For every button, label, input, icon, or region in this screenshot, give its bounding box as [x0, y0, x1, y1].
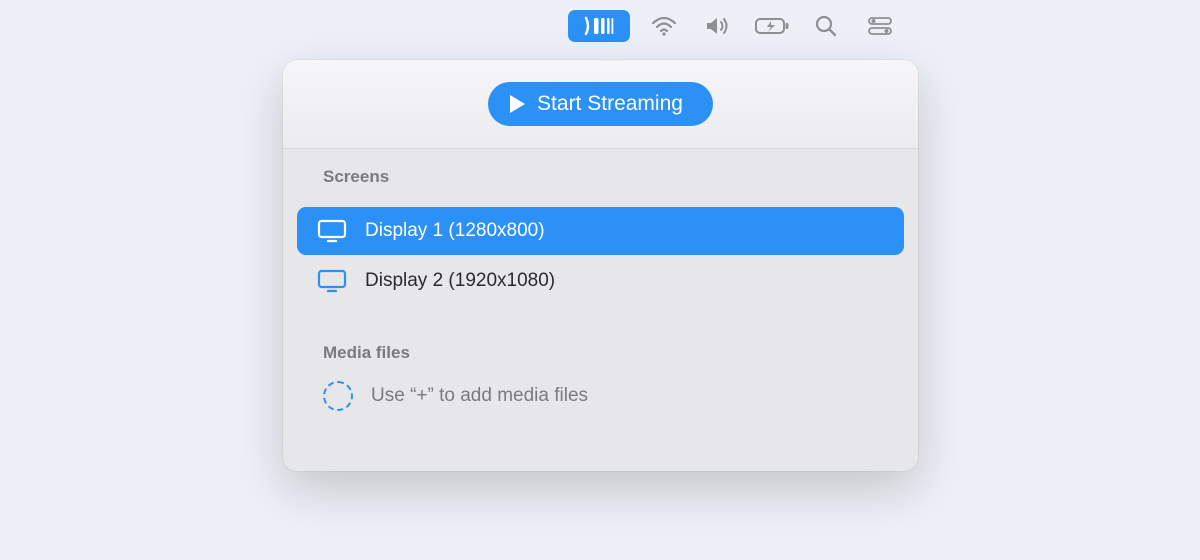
battery-icon	[755, 17, 789, 35]
menubar	[0, 6, 1200, 46]
volume-icon	[704, 16, 732, 36]
menubar-item-wifi[interactable]	[644, 10, 684, 42]
screens-section: Screens	[283, 149, 918, 207]
streaming-popover: Start Streaming Screens Display 1 (1280x…	[283, 60, 918, 471]
control-center-icon	[868, 17, 892, 35]
menubar-item-volume[interactable]	[698, 10, 738, 42]
menubar-item-battery[interactable]	[752, 10, 792, 42]
menubar-item-streaming[interactable]	[568, 10, 630, 42]
streaming-icon	[584, 15, 614, 37]
start-streaming-label: Start Streaming	[537, 92, 683, 116]
media-placeholder-row: Use “+” to add media files	[323, 375, 896, 411]
screen-row-label: Display 1 (1280x800)	[365, 220, 545, 242]
wifi-icon	[651, 16, 677, 36]
menubar-item-control-center[interactable]	[860, 10, 900, 42]
search-icon	[815, 15, 837, 37]
add-placeholder-icon	[323, 381, 353, 411]
monitor-icon	[317, 269, 347, 293]
popover-header: Start Streaming	[283, 60, 918, 149]
menubar-item-search[interactable]	[806, 10, 846, 42]
screen-row-display-1[interactable]: Display 1 (1280x800)	[297, 207, 904, 255]
media-placeholder-text: Use “+” to add media files	[371, 385, 588, 407]
screens-list: Display 1 (1280x800) Display 2 (1920x108…	[283, 207, 918, 321]
start-streaming-button[interactable]: Start Streaming	[488, 82, 713, 126]
screen-row-display-2[interactable]: Display 2 (1920x1080)	[297, 257, 904, 305]
monitor-icon	[317, 219, 347, 243]
play-icon	[510, 95, 525, 113]
screens-title: Screens	[323, 167, 896, 187]
media-section: Media files Use “+” to add media files	[283, 321, 918, 471]
media-title: Media files	[323, 343, 896, 363]
screen-row-label: Display 2 (1920x1080)	[365, 270, 555, 292]
